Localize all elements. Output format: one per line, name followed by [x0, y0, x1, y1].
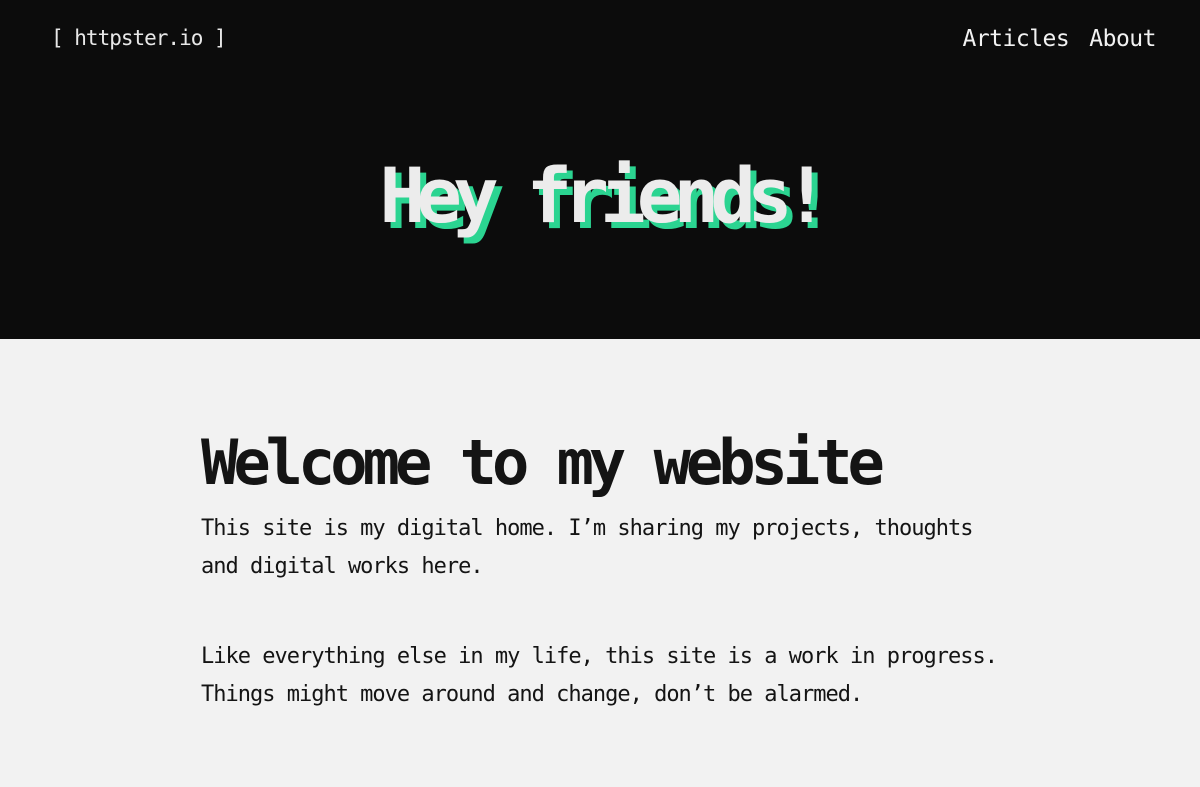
main-nav: Articles About [962, 26, 1156, 52]
site-logo[interactable]: [ httpster.io ] [51, 26, 227, 50]
page-title: Welcome to my website [201, 426, 885, 499]
intro-paragraph: This site is my digital home. I’m sharin… [201, 516, 973, 580]
hero-header: [ httpster.io ] Articles About Hey frien… [0, 0, 1200, 339]
nav-link-articles[interactable]: Articles [962, 26, 1069, 52]
nav-link-about[interactable]: About [1089, 26, 1156, 52]
wip-paragraph: Like everything else in my life, this si… [201, 644, 998, 708]
main-content: Welcome to my website This site is my di… [201, 426, 1001, 766]
hero-title: Hey friends! [379, 151, 829, 240]
